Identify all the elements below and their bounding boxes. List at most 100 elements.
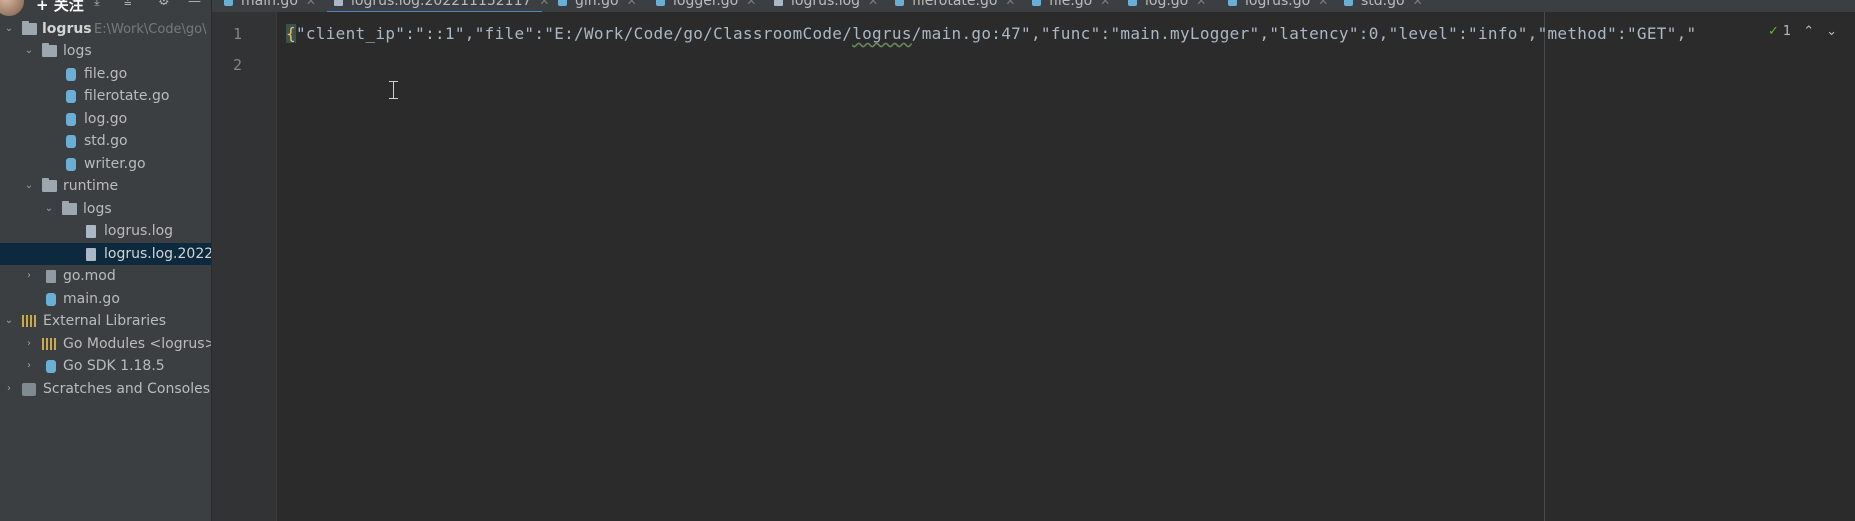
tree-item-label: runtime xyxy=(63,178,119,194)
scratches-icon xyxy=(22,382,36,396)
go-file-icon xyxy=(1128,0,1137,6)
collapse-all-icon[interactable]: ⤓ xyxy=(94,0,100,9)
library-icon xyxy=(42,337,56,350)
go-file-icon xyxy=(66,67,76,81)
tree-item-writer-go[interactable]: writer.go xyxy=(0,153,211,176)
project-tool-window: + 关注 ⤓ ⩲ ⚙ — ⌄ logrus E:\Work\Code\go\ ⌄… xyxy=(0,0,212,521)
close-icon[interactable]: ✕ xyxy=(746,0,756,8)
folder-icon xyxy=(42,178,57,192)
project-toolbar: + 关注 ⤓ ⩲ ⚙ — xyxy=(0,0,211,16)
library-icon xyxy=(22,315,36,327)
tab-label: log.go xyxy=(1145,0,1189,9)
go-file-icon xyxy=(66,135,76,148)
chevron-up-icon[interactable]: ⌃ xyxy=(1803,24,1814,39)
right-margin-guide xyxy=(1544,12,1545,521)
tree-item-label: writer.go xyxy=(84,155,146,172)
tab-label: file.go xyxy=(1049,0,1093,9)
tab-label: logrus.log.202211152117 xyxy=(351,0,532,9)
tree-item-label: log.go xyxy=(84,110,128,127)
tab-label: std.go xyxy=(1361,0,1405,9)
chevron-right-icon[interactable]: › xyxy=(24,338,34,349)
code-editor[interactable] xyxy=(277,12,1855,521)
tree-item-label: logs xyxy=(83,200,112,217)
tree-item-label: file.go xyxy=(84,65,128,82)
chevron-down-icon[interactable]: ⌄ xyxy=(4,316,14,326)
close-icon[interactable]: ✕ xyxy=(1100,0,1110,8)
chevron-down-icon[interactable]: ⌄ xyxy=(4,24,14,34)
expand-icon[interactable]: ⩲ xyxy=(124,0,132,9)
check-icon: ✓ xyxy=(1768,24,1779,39)
chevron-right-icon[interactable]: › xyxy=(24,361,34,371)
close-icon[interactable]: ✕ xyxy=(1196,0,1206,8)
tree-item-go-modules[interactable]: › Go Modules <logrus> xyxy=(0,333,211,356)
tree-item-logrus-log[interactable]: logrus.log xyxy=(0,220,211,243)
log-file-icon xyxy=(86,225,96,238)
chevron-down-icon[interactable]: ⌄ xyxy=(24,46,34,56)
tree-item-scratches[interactable]: › Scratches and Consoles xyxy=(0,378,211,401)
close-icon[interactable]: ✕ xyxy=(868,0,878,8)
tree-item-external-libraries[interactable]: ⌄ External Libraries xyxy=(0,310,211,333)
tab-filerotate-go[interactable]: filerotate.go ✕ xyxy=(895,0,1015,12)
tree-item-label: filerotate.go xyxy=(84,88,170,104)
chevron-right-icon[interactable]: › xyxy=(24,271,34,281)
line-number-gutter: 1 2 xyxy=(212,12,277,521)
tab-main-go[interactable]: main.go ✕ xyxy=(224,0,316,12)
tree-item-label: logrus.log xyxy=(104,223,174,239)
go-file-icon xyxy=(66,112,76,126)
tree-item-go-mod[interactable]: › go.mod xyxy=(0,265,211,288)
tree-item-file-go[interactable]: file.go xyxy=(0,63,211,86)
chevron-down-icon[interactable]: ⌄ xyxy=(44,203,54,214)
go-file-icon xyxy=(558,0,567,6)
inspection-count: 1 xyxy=(1782,24,1792,39)
code-line-1[interactable]: {"client_ip":"::1","file":"E:/Work/Code/… xyxy=(286,24,1697,43)
go-file-icon xyxy=(1228,0,1237,6)
go-file-icon xyxy=(1344,0,1353,6)
tree-item-logs[interactable]: ⌄ logs xyxy=(0,40,211,63)
tree-item-go-sdk[interactable]: › Go SDK 1.18.5 xyxy=(0,355,211,378)
go-file-icon xyxy=(656,0,665,6)
mouse-ibeam-cursor xyxy=(389,81,398,99)
close-icon[interactable]: ✕ xyxy=(1005,0,1015,8)
gear-icon[interactable]: ⚙ xyxy=(158,0,170,9)
tree-item-main-go[interactable]: main.go xyxy=(0,288,211,311)
close-icon[interactable]: ✕ xyxy=(627,0,637,8)
close-icon[interactable]: ✕ xyxy=(539,0,549,8)
tree-item-label: Go SDK 1.18.5 xyxy=(63,358,165,374)
tree-item-std-go[interactable]: std.go xyxy=(0,130,211,153)
tree-root-logrus[interactable]: ⌄ logrus E:\Work\Code\go\ xyxy=(0,18,211,41)
tab-log-go[interactable]: log.go ✕ xyxy=(1128,0,1206,12)
avatar xyxy=(0,0,24,16)
tree-item-label: Scratches and Consoles xyxy=(43,380,210,397)
tree-item-label: logs xyxy=(63,43,92,59)
chevron-down-icon[interactable]: ⌄ xyxy=(24,181,34,191)
close-icon[interactable]: ✕ xyxy=(1318,0,1328,8)
tree-item-logrus-log-dated[interactable]: logrus.log.20221 xyxy=(0,242,212,265)
code-text-typo: logrus xyxy=(852,24,912,43)
tab-gin-go[interactable]: gin.go ✕ xyxy=(558,0,637,12)
go-file-icon xyxy=(895,0,904,6)
tree-item-runtime[interactable]: ⌄ runtime xyxy=(0,175,211,198)
tree-item-filerotate-go[interactable]: filerotate.go xyxy=(0,85,211,108)
go-file-icon xyxy=(66,157,76,171)
minimize-icon[interactable]: — xyxy=(188,0,201,9)
log-file-icon xyxy=(86,247,96,261)
chevron-right-icon[interactable]: › xyxy=(4,383,14,394)
tab-logrus-go[interactable]: logrus.go ✕ xyxy=(1228,0,1328,12)
tab-file-go[interactable]: file.go ✕ xyxy=(1032,0,1110,12)
go-file-icon xyxy=(66,90,76,103)
tab-std-go[interactable]: std.go ✕ xyxy=(1344,0,1423,12)
folder-icon xyxy=(42,43,57,57)
tab-logger-go[interactable]: logger.go ✕ xyxy=(656,0,756,12)
tab-logrus-log[interactable]: logrus.log ✕ xyxy=(774,0,878,12)
follow-button[interactable]: + 关注 xyxy=(36,0,84,15)
tree-item-label: logrus.log.20221 xyxy=(104,245,212,262)
tree-item-runtime-logs[interactable]: ⌄ logs xyxy=(0,198,211,221)
code-text: /main.go:47","func":"main.myLogger","lat… xyxy=(911,24,1697,43)
log-file-icon xyxy=(774,0,783,6)
close-icon[interactable]: ✕ xyxy=(1413,0,1423,8)
inspection-widget[interactable]: ✓ 1 ⌃ ⌄ xyxy=(1768,24,1837,39)
chevron-down-icon[interactable]: ⌄ xyxy=(1826,24,1837,39)
tree-item-log-go[interactable]: log.go xyxy=(0,108,211,131)
tab-label: logrus.log xyxy=(791,0,861,9)
close-icon[interactable]: ✕ xyxy=(306,0,316,8)
